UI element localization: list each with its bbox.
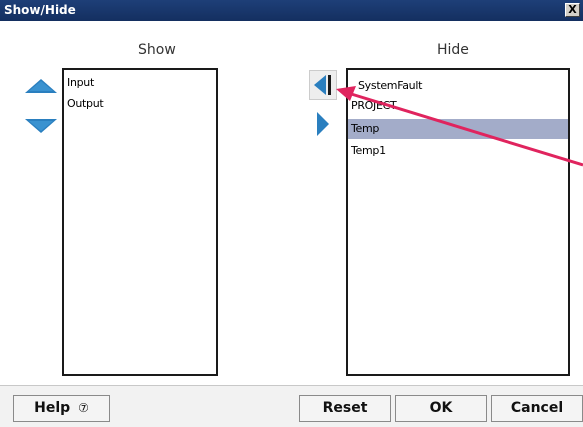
window-title: Show/Hide <box>4 3 76 17</box>
hide-item-project[interactable]: PROJECT <box>351 99 397 112</box>
ok-button[interactable]: OK <box>395 395 487 422</box>
arrow-right-icon[interactable] <box>316 111 330 137</box>
show-header: Show <box>138 42 176 58</box>
close-icon: X <box>568 3 577 16</box>
close-button[interactable]: X <box>565 3 580 17</box>
hide-item-systemfault[interactable]: SystemFault <box>358 79 422 92</box>
show-item-input[interactable]: Input <box>67 76 94 89</box>
help-button[interactable]: Help ⑦ <box>13 395 110 422</box>
hide-item-temp[interactable]: Temp <box>348 119 568 139</box>
show-list[interactable]: Input Output <box>62 68 218 376</box>
cancel-button[interactable]: Cancel <box>491 395 583 422</box>
help-label: Help <box>34 400 71 416</box>
arrow-left-icon <box>314 75 331 95</box>
show-item-output[interactable]: Output <box>67 97 104 110</box>
title-bar[interactable]: Show/Hide X <box>0 0 583 21</box>
show-hide-dialog: Show/Hide X Show Hide Input Output Syste… <box>0 0 583 427</box>
hide-list[interactable]: SystemFault PROJECT Temp Temp1 <box>346 68 570 376</box>
move-left-button[interactable] <box>309 70 337 100</box>
help-circle-icon: ⑦ <box>78 401 89 415</box>
arrow-up-icon[interactable] <box>24 78 58 94</box>
reset-button[interactable]: Reset <box>299 395 391 422</box>
arrow-down-icon[interactable] <box>24 118 58 134</box>
hide-header: Hide <box>437 42 469 58</box>
hide-item-temp1[interactable]: Temp1 <box>351 144 386 157</box>
